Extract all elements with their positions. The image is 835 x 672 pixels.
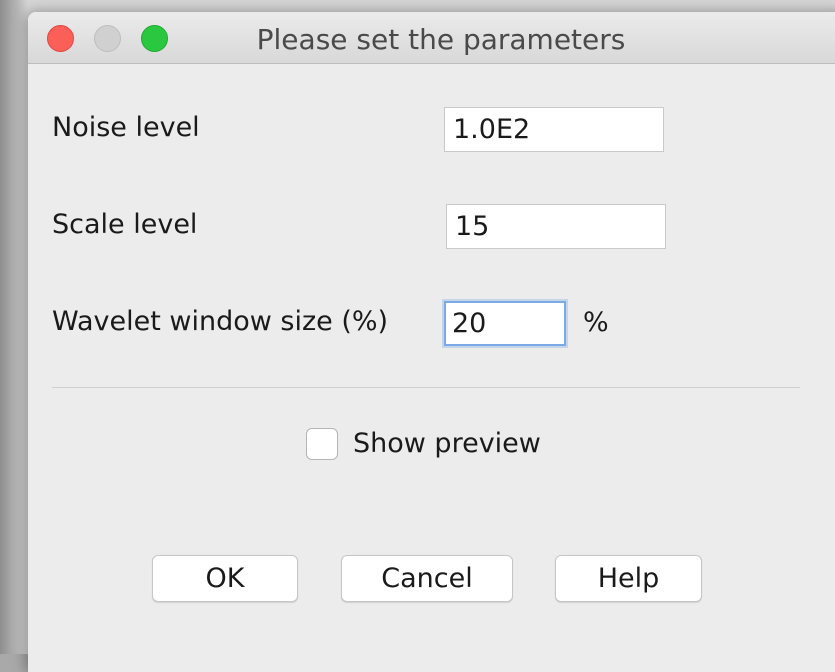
percent-unit-label: % [583, 307, 609, 338]
scale-level-label: Scale level [52, 209, 198, 240]
window-title: Please set the parameters [256, 23, 626, 56]
help-button[interactable]: Help [555, 555, 702, 602]
show-preview-label[interactable]: Show preview [353, 428, 541, 459]
wavelet-window-size-input[interactable] [444, 301, 566, 346]
parameters-dialog: Please set the parameters Noise level Sc… [28, 12, 835, 672]
cancel-button[interactable]: Cancel [341, 555, 513, 602]
separator [52, 387, 800, 388]
show-preview-checkbox[interactable] [306, 428, 338, 460]
noise-level-input[interactable] [444, 107, 664, 152]
wavelet-window-size-label: Wavelet window size (%) [52, 306, 389, 337]
noise-level-label: Noise level [52, 112, 200, 143]
scale-level-input[interactable] [446, 204, 666, 249]
ok-button[interactable]: OK [152, 555, 298, 602]
title-bar: Please set the parameters [28, 12, 835, 64]
